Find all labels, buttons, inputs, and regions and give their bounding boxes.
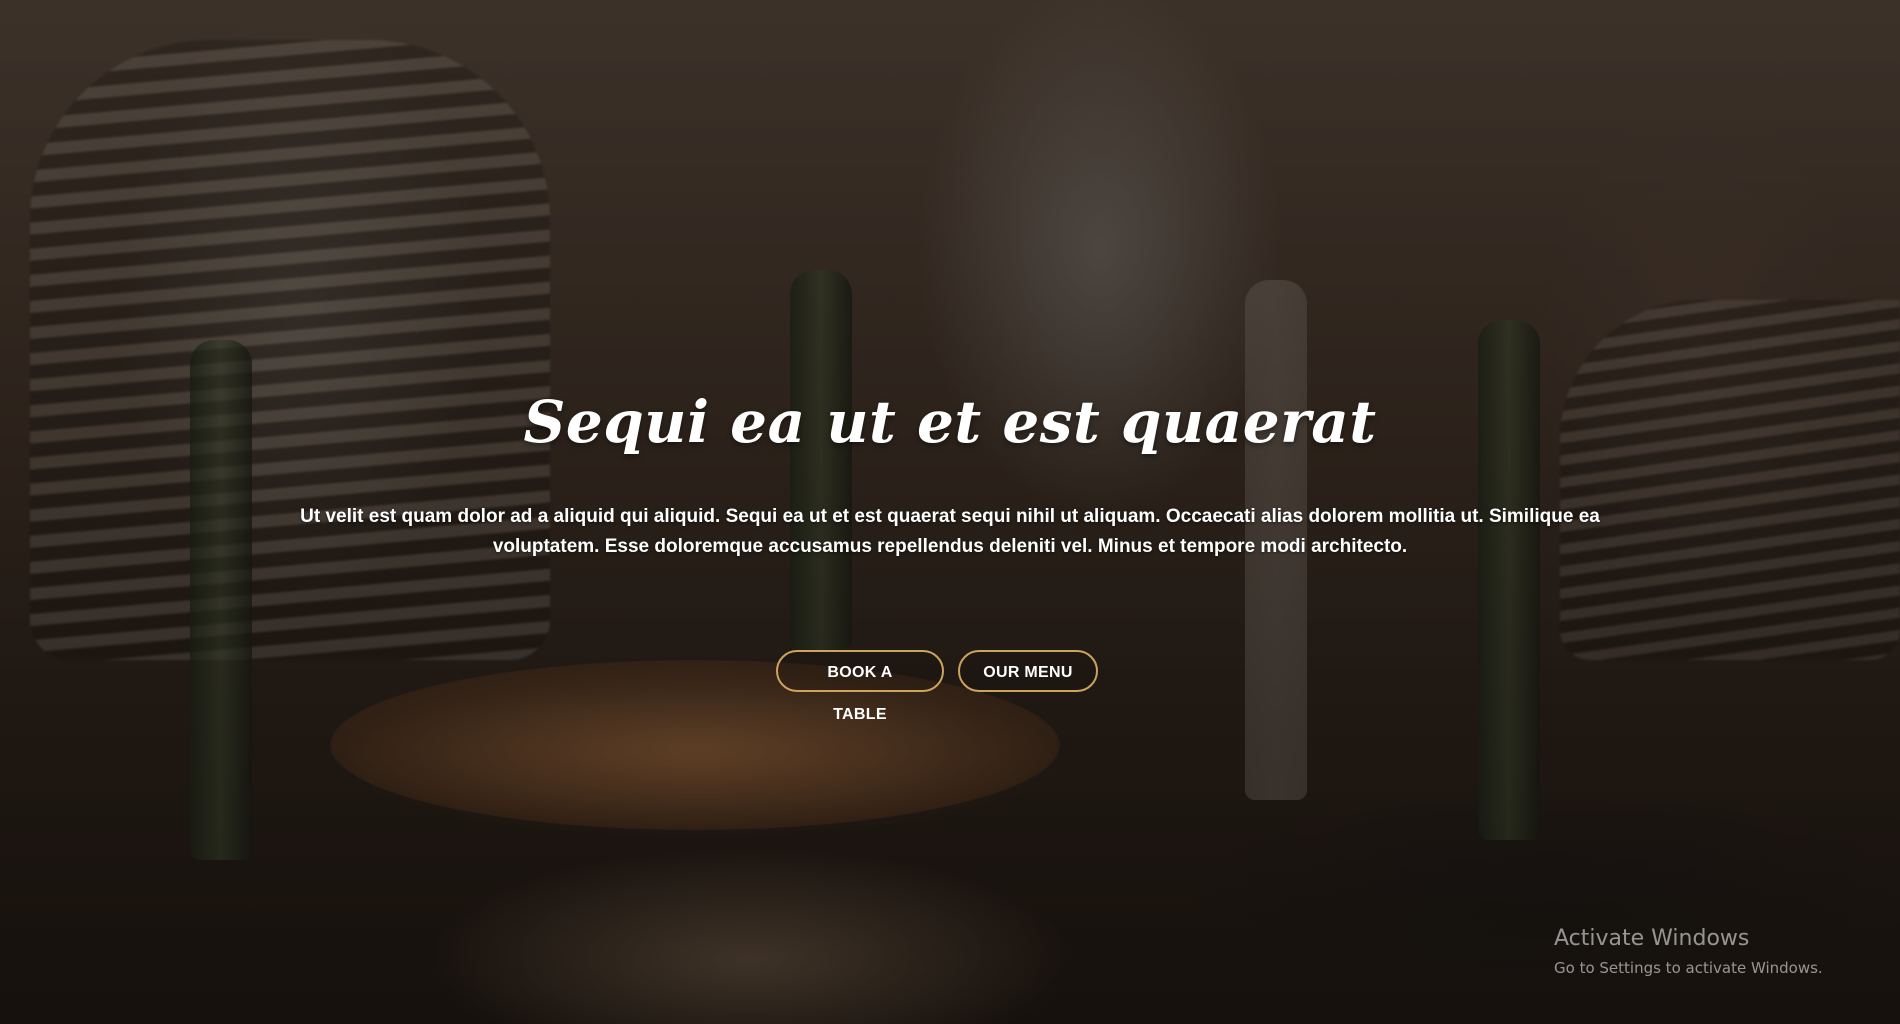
- hero-description: Ut velit est quam dolor ad a aliquid qui…: [300, 506, 1600, 557]
- windows-activation-watermark: Activate Windows Go to Settings to activ…: [1554, 925, 1823, 979]
- hero-content: Sequi ea ut et est quaerat Ut velit est …: [0, 0, 1900, 1024]
- book-a-table-button[interactable]: BOOK A TABLE: [776, 650, 944, 723]
- watermark-title: Activate Windows: [1554, 926, 1750, 951]
- hero-section: Sequi ea ut et est quaerat Ut velit est …: [0, 0, 1900, 1024]
- watermark-subtitle: Go to Settings to activate Windows.: [1554, 959, 1823, 977]
- our-menu-button[interactable]: OUR MENU: [958, 650, 1098, 692]
- hero-title: Sequi ea ut et est quaerat: [523, 388, 1377, 456]
